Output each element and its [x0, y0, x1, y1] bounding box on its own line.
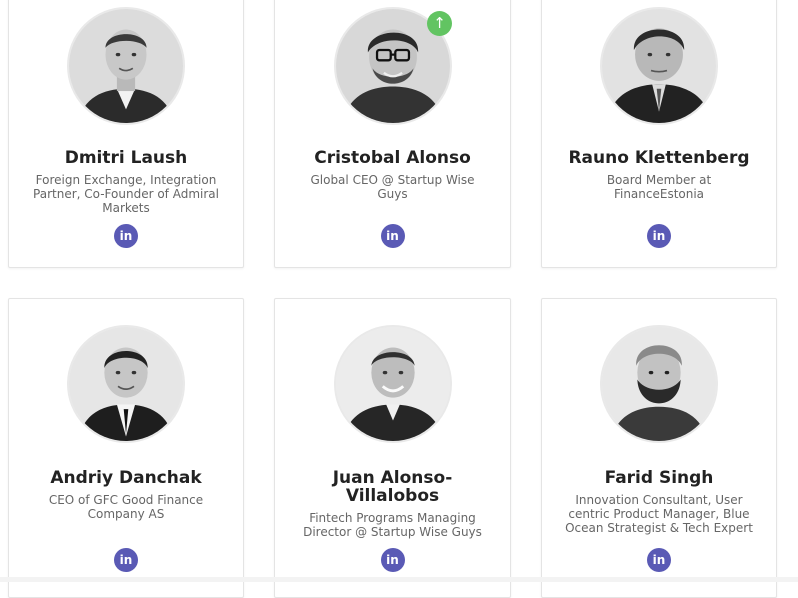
member-role: Innovation Consultant, User centric Prod… — [565, 493, 753, 535]
page-bottom-divider — [0, 577, 798, 582]
member-name: Juan Alonso-Villalobos — [332, 468, 453, 506]
linkedin-icon[interactable]: in — [114, 548, 138, 572]
team-card-dmitri-laush: Dmitri Laush Foreign Exchange, Integrati… — [8, 0, 244, 268]
member-name: Dmitri Laush — [64, 148, 188, 168]
team-card-juan-alonso-villalobos: Juan Alonso-Villalobos Fintech Programs … — [274, 298, 511, 598]
linkedin-icon[interactable]: in — [114, 224, 138, 248]
member-name: Farid Singh — [604, 468, 714, 488]
linkedin-icon[interactable]: in — [647, 224, 671, 248]
team-card-farid-singh: Farid Singh Innovation Consultant, User … — [541, 298, 777, 598]
avatar — [67, 325, 185, 443]
member-name: Rauno Klettenberg — [568, 148, 750, 168]
avatar — [600, 325, 718, 443]
member-name: Cristobal Alonso — [314, 148, 471, 168]
member-role: Fintech Programs Managing Director @ Sta… — [303, 511, 482, 539]
avatar — [333, 325, 452, 443]
team-card-rauno-klettenberg: Rauno Klettenberg Board Member at Financ… — [541, 0, 777, 268]
avatar — [67, 7, 185, 125]
member-role: Global CEO @ Startup Wise Guys — [310, 173, 475, 201]
linkedin-icon[interactable]: in — [647, 548, 671, 572]
member-name: Andriy Danchak — [50, 468, 202, 488]
member-role: Board Member at FinanceEstonia — [606, 173, 712, 201]
arrow-up-icon[interactable]: ↑ — [427, 11, 452, 36]
linkedin-icon[interactable]: in — [380, 548, 405, 572]
member-role: CEO of GFC Good Finance Company AS — [48, 493, 204, 521]
team-card-cristobal-alonso: Cristobal Alonso Global CEO @ Startup Wi… — [274, 0, 511, 268]
member-role: Foreign Exchange, Integration Partner, C… — [33, 173, 219, 215]
linkedin-icon[interactable]: in — [380, 224, 405, 248]
avatar — [600, 7, 718, 125]
team-card-andriy-danchak: Andriy Danchak CEO of GFC Good Finance C… — [8, 298, 244, 598]
